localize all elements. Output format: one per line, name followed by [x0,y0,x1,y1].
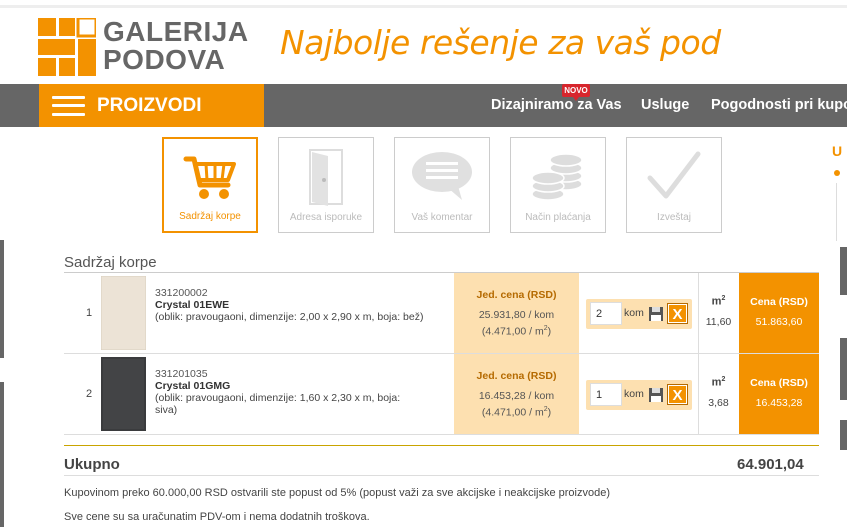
quantity-box: kom X [586,299,692,329]
quantity-input[interactable] [590,383,622,406]
unit-price-per-m2: (4.471,00 / m [481,325,544,338]
product-info: 331201035 Crystal 01GMG (oblik: pravouga… [155,368,425,416]
product-name[interactable]: Crystal 01GMG [155,380,425,392]
checkmark-icon [647,151,701,199]
step-report[interactable]: Izveštaj [626,137,722,233]
divider [64,434,819,435]
line-total-cell: Cena (RSD) 51.863,60 [739,273,819,353]
total-label: Ukupno [64,456,120,473]
line-total-value: 16.453,28 [755,397,803,409]
left-edge-panel [0,240,4,358]
area-value: 11,60 [705,315,732,328]
quantity-unit: kom [624,307,644,319]
comment-icon [412,152,472,200]
cart-icon [183,156,236,199]
product-description: (oblik: pravougaoni, dimenzije: 1,60 x 2… [155,392,401,416]
tagline: Najbolje rešenje za vaš pod [280,23,721,62]
area-header: m [711,376,722,389]
vat-note: Sve cene su sa uračunatim PDV-om i nema … [64,511,370,523]
door-icon [309,149,343,206]
unit-price-per-piece: 25.931,80 / kom [478,309,555,321]
cart-row: 1 331200002 Crystal 01EWE (oblik: pravou… [64,273,819,353]
product-name[interactable]: Crystal 01EWE [155,299,425,311]
unit-price-per-piece: 16.453,28 / kom [478,390,555,402]
step-label: Sadržaj korpe [179,211,241,222]
nav-link-dizajniramo[interactable]: Dizajniramo za Vas [491,84,622,127]
top-edge [0,0,847,8]
save-icon[interactable] [648,306,664,322]
save-icon[interactable] [648,387,664,403]
total-value: 64.901,04 [737,456,804,473]
divider [64,445,819,446]
product-thumbnail[interactable] [101,276,146,350]
area-value: 3,68 [708,396,729,409]
hamburger-icon [52,95,85,116]
product-description: (oblik: pravougaoni, dimenzije: 2,00 x 2… [155,311,424,323]
nav-link-pogodnosti[interactable]: Pogodnosti pri kupo [711,84,847,127]
left-edge-panel [0,382,4,527]
unit-price-cell: Jed. cena (RSD) 16.453,28 / kom (4.471,0… [454,354,579,434]
unit-price-per-m2: (4.471,00 / m [481,406,544,419]
step-label: Izveštaj [657,212,691,223]
right-edge-panel [840,420,847,450]
cart-title: Sadržaj korpe [64,254,157,271]
remove-item-button[interactable]: X [667,384,688,405]
right-edge-dot [834,170,840,176]
line-total-value: 51.863,60 [755,316,803,328]
step-label: Vaš komentar [411,212,473,223]
product-code: 331200002 [155,287,208,299]
unit-price-cell: Jed. cena (RSD) 25.931,80 / kom (4.471,0… [454,273,579,353]
product-code: 331201035 [155,368,208,380]
coins-icon [531,153,583,201]
step-label: Adresa isporuke [289,212,363,223]
step-address[interactable]: Adresa isporuke [278,137,374,233]
new-badge: NOVO [562,84,590,101]
product-thumbnail[interactable] [101,357,146,431]
area-cell: m2 3,68 [698,354,738,434]
discount-note: Kupovinom preko 60.000,00 RSD ostvarili … [64,487,610,499]
line-total-header: Cena (RSD) [750,296,808,308]
line-total-header: Cena (RSD) [750,377,808,389]
remove-item-button[interactable]: X [667,303,688,324]
nav-link-usluge[interactable]: Usluge [641,84,689,127]
main-nav: PROIZVODI Dizajniramo za Vas Usluge Pogo… [0,84,847,127]
right-edge-panel [840,338,847,400]
divider [64,475,819,476]
right-edge-panel [836,183,847,241]
unit-price-header: Jed. cena (RSD) [476,289,557,301]
step-label: Način plaćanja [525,212,591,223]
cart-row: 2 331201035 Crystal 01GMG (oblik: pravou… [64,354,819,434]
step-comment[interactable]: Vaš komentar [394,137,490,233]
step-payment[interactable]: Način plaćanja [510,137,606,233]
right-edge-panel [840,247,847,295]
products-menu-label: PROIZVODI [97,94,202,116]
row-number: 1 [86,307,93,319]
quantity-input[interactable] [590,302,622,325]
quantity-unit: kom [624,388,644,400]
logo-icon[interactable] [38,18,96,76]
line-total-cell: Cena (RSD) 16.453,28 [739,354,819,434]
logo-line2: PODOVA [103,44,226,75]
product-info: 331200002 Crystal 01EWE (oblik: pravouga… [155,287,425,323]
area-cell: m2 11,60 [698,273,738,353]
site-header: GALERIJA PODOVA Najbolje rešenje za vaš … [0,8,847,84]
right-edge-fragment: U [832,143,843,159]
logo-text[interactable]: GALERIJA PODOVA [103,18,249,74]
step-cart[interactable]: Sadržaj korpe [162,137,258,233]
row-number: 2 [86,388,93,400]
logo-line1: GALERIJA [103,16,249,47]
area-header: m [711,295,722,308]
unit-price-header: Jed. cena (RSD) [476,370,557,382]
products-menu-button[interactable]: PROIZVODI [39,84,264,127]
quantity-box: kom X [586,380,692,410]
